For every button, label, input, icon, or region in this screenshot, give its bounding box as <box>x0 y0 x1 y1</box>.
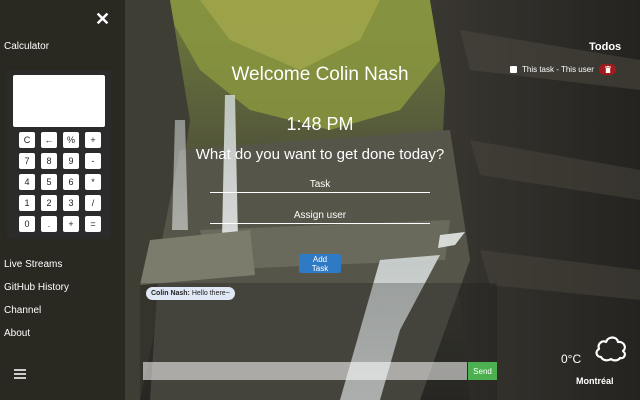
clock: 1:48 PM <box>286 114 354 134</box>
nav-about[interactable]: About <box>4 328 30 339</box>
chat-message: Colin Nash: Hello there~ <box>146 287 235 300</box>
calc-key[interactable]: - <box>85 153 101 169</box>
calc-key[interactable]: + <box>63 216 79 232</box>
list-menu-icon[interactable] <box>14 369 28 382</box>
calc-key[interactable]: * <box>85 174 101 190</box>
todo-text: This task - This user <box>522 65 594 74</box>
calc-key[interactable]: 1 <box>19 195 35 211</box>
cloud-icon <box>595 336 626 362</box>
calc-key[interactable]: 6 <box>63 174 79 190</box>
calculator-keypad: C ← % + 7 8 9 - 4 5 6 * 1 2 3 / 0 . + = <box>19 132 101 232</box>
sidebar: ✕ Calculator C ← % + 7 8 9 - 4 5 6 * 1 2… <box>0 0 125 400</box>
calc-key[interactable]: 3 <box>63 195 79 211</box>
task-input[interactable] <box>210 177 430 193</box>
calc-key[interactable]: 9 <box>63 153 79 169</box>
calc-key[interactable]: + <box>85 132 101 148</box>
send-button[interactable]: Send <box>468 362 497 380</box>
calc-key[interactable]: % <box>63 132 79 148</box>
chat-message-user: Colin Nash: <box>151 290 190 297</box>
add-task-button[interactable]: Add Task <box>299 254 341 273</box>
close-icon[interactable]: ✕ <box>95 10 110 28</box>
delete-todo-button[interactable] <box>599 64 616 75</box>
nav-live-streams[interactable]: Live Streams <box>4 259 62 270</box>
calculator-title: Calculator <box>4 41 50 52</box>
calc-key[interactable]: 8 <box>41 153 57 169</box>
temperature: 0°C <box>561 352 582 366</box>
prompt-question: What do you want to get done today? <box>195 146 445 163</box>
calc-key[interactable]: ← <box>41 132 57 148</box>
assign-user-input[interactable] <box>210 208 430 224</box>
calc-key[interactable]: 4 <box>19 174 35 190</box>
calc-key[interactable]: 7 <box>19 153 35 169</box>
todo-item: This task - This user <box>510 64 620 76</box>
calc-key[interactable]: = <box>85 216 101 232</box>
calc-key[interactable]: 0 <box>19 216 35 232</box>
weather-city: Montréal <box>576 376 614 386</box>
chat-message-text: Hello there~ <box>191 290 230 297</box>
chat-input[interactable] <box>143 362 467 380</box>
calc-key[interactable]: . <box>41 216 57 232</box>
calculator-display <box>13 75 105 127</box>
todos-title: Todos <box>589 41 622 53</box>
todo-checkbox[interactable] <box>510 66 517 73</box>
chat-panel: Colin Nash: Hello there~ <box>140 283 497 400</box>
nav-channel[interactable]: Channel <box>4 305 41 316</box>
calc-key[interactable]: / <box>85 195 101 211</box>
calc-key[interactable]: 2 <box>41 195 57 211</box>
calc-key[interactable]: C <box>19 132 35 148</box>
trash-icon <box>604 66 611 73</box>
calc-key[interactable]: 5 <box>41 174 57 190</box>
welcome-heading: Welcome Colin Nash <box>231 64 409 85</box>
nav-github-history[interactable]: GitHub History <box>4 282 69 293</box>
calculator: C ← % + 7 8 9 - 4 5 6 * 1 2 3 / 0 . + = <box>7 70 111 239</box>
